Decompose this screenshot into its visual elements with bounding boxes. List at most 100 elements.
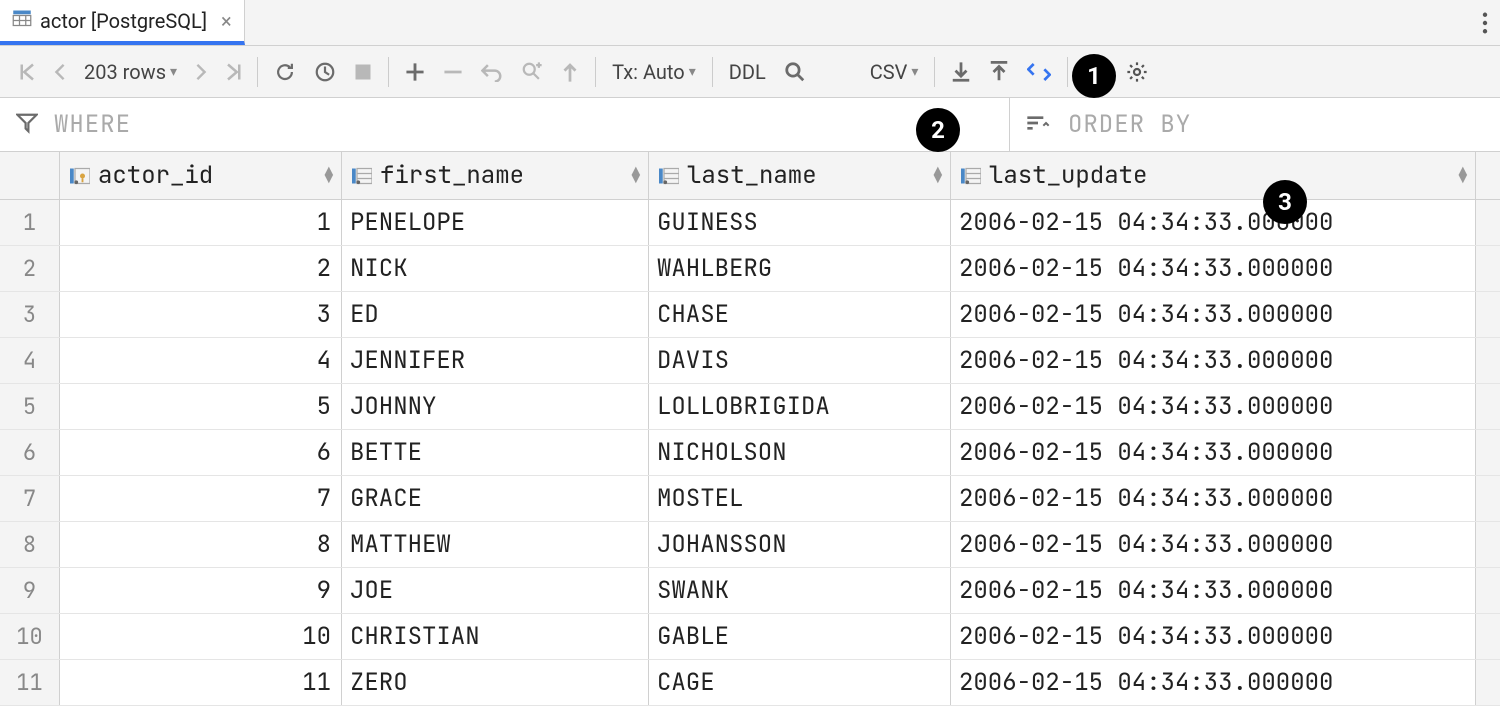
cell-last-update[interactable]: 2006-02-15 04:34:33.000000 bbox=[951, 660, 1476, 705]
cell-first-name[interactable]: CHRISTIAN bbox=[342, 614, 649, 659]
cell-first-name[interactable]: MATTHEW bbox=[342, 522, 649, 567]
cell-actor-id[interactable]: 11 bbox=[60, 660, 342, 705]
table-row[interactable]: 1010CHRISTIANGABLE2006-02-15 04:34:33.00… bbox=[0, 614, 1500, 660]
export-format-dropdown[interactable]: CSV▾ bbox=[870, 60, 919, 84]
row-count-dropdown[interactable]: 203 rows▾ bbox=[84, 60, 177, 84]
table-row[interactable]: 44JENNIFERDAVIS2006-02-15 04:34:33.00000… bbox=[0, 338, 1500, 384]
table-row[interactable]: 88MATTHEWJOHANSSON2006-02-15 04:34:33.00… bbox=[0, 522, 1500, 568]
cell-last-name[interactable]: SWANK bbox=[649, 568, 951, 613]
cell-first-name[interactable]: NICK bbox=[342, 246, 649, 291]
cell-last-update[interactable]: 2006-02-15 04:34:33.000000 bbox=[951, 246, 1476, 291]
export-format-label: CSV bbox=[870, 60, 908, 84]
callout-marker-3: 3 bbox=[1263, 180, 1307, 224]
scrollbar-gutter bbox=[1476, 522, 1500, 567]
cell-actor-id[interactable]: 4 bbox=[60, 338, 342, 383]
row-number: 6 bbox=[0, 430, 60, 475]
table-row[interactable]: 99JOESWANK2006-02-15 04:34:33.000000 bbox=[0, 568, 1500, 614]
cell-actor-id[interactable]: 6 bbox=[60, 430, 342, 475]
cell-last-update[interactable]: 2006-02-15 04:34:33.000000 bbox=[951, 476, 1476, 521]
table-row[interactable]: 77GRACEMOSTEL2006-02-15 04:34:33.000000 bbox=[0, 476, 1500, 522]
column-header-first-name[interactable]: first_name ▲▼ bbox=[342, 152, 649, 199]
table-row[interactable]: 55JOHNNYLOLLOBRIGIDA2006-02-15 04:34:33.… bbox=[0, 384, 1500, 430]
tx-mode-dropdown[interactable]: Tx: Auto▾ bbox=[612, 60, 696, 84]
add-row-button[interactable] bbox=[405, 62, 425, 82]
filter-icon bbox=[16, 112, 38, 138]
cell-actor-id[interactable]: 8 bbox=[60, 522, 342, 567]
cell-last-update[interactable]: 2006-02-15 04:34:33.000000 bbox=[951, 292, 1476, 337]
cell-last-name[interactable]: JOHANSSON bbox=[649, 522, 951, 567]
orderby-filter[interactable]: ORDER BY bbox=[1010, 98, 1500, 151]
cell-first-name[interactable]: BETTE bbox=[342, 430, 649, 475]
table-row[interactable]: 1111ZEROCAGE2006-02-15 04:34:33.000000 bbox=[0, 660, 1500, 706]
refresh-button[interactable] bbox=[274, 61, 296, 83]
cell-first-name[interactable]: JENNIFER bbox=[342, 338, 649, 383]
pk-column-icon bbox=[70, 166, 90, 186]
column-header-actor-id[interactable]: actor_id ▲▼ bbox=[60, 152, 342, 199]
cell-first-name[interactable]: PENELOPE bbox=[342, 200, 649, 245]
scrollbar-gutter bbox=[1476, 568, 1500, 613]
delete-row-button[interactable] bbox=[443, 62, 463, 82]
tab-menu-button[interactable] bbox=[1482, 0, 1488, 45]
table-row[interactable]: 66BETTENICHOLSON2006-02-15 04:34:33.0000… bbox=[0, 430, 1500, 476]
rownum-header[interactable] bbox=[0, 152, 60, 199]
stop-button[interactable] bbox=[354, 63, 372, 81]
tx-mode-label: Tx: Auto bbox=[612, 60, 685, 84]
cell-last-update[interactable]: 2006-02-15 04:34:33.000000 bbox=[951, 384, 1476, 429]
where-filter[interactable]: WHERE bbox=[0, 98, 1010, 151]
cell-actor-id[interactable]: 2 bbox=[60, 246, 342, 291]
cell-last-name[interactable]: GABLE bbox=[649, 614, 951, 659]
cell-actor-id[interactable]: 10 bbox=[60, 614, 342, 659]
cell-first-name[interactable]: JOE bbox=[342, 568, 649, 613]
cell-actor-id[interactable]: 5 bbox=[60, 384, 342, 429]
scrollbar-gutter bbox=[1476, 660, 1500, 705]
table-row[interactable]: 22NICKWAHLBERG2006-02-15 04:34:33.000000 bbox=[0, 246, 1500, 292]
first-page-button[interactable] bbox=[20, 62, 36, 82]
import-data-button[interactable] bbox=[989, 61, 1009, 83]
last-page-button[interactable] bbox=[225, 62, 241, 82]
scrollbar-gutter bbox=[1476, 246, 1500, 291]
export-data-button[interactable] bbox=[951, 61, 971, 83]
cell-actor-id[interactable]: 9 bbox=[60, 568, 342, 613]
cell-last-name[interactable]: DAVIS bbox=[649, 338, 951, 383]
cell-last-name[interactable]: CAGE bbox=[649, 660, 951, 705]
cell-last-update[interactable]: 2006-02-15 04:34:33.000000 bbox=[951, 338, 1476, 383]
revert-button[interactable] bbox=[481, 62, 503, 82]
cell-first-name[interactable]: ZERO bbox=[342, 660, 649, 705]
submit-button[interactable] bbox=[561, 61, 579, 83]
settings-button[interactable] bbox=[1126, 61, 1148, 83]
cell-last-update[interactable]: 2006-02-15 04:34:33.000000 bbox=[951, 568, 1476, 613]
cell-first-name[interactable]: ED bbox=[342, 292, 649, 337]
cell-last-name[interactable]: LOLLOBRIGIDA bbox=[649, 384, 951, 429]
compare-button[interactable] bbox=[1027, 61, 1051, 83]
cell-actor-id[interactable]: 1 bbox=[60, 200, 342, 245]
cell-last-name[interactable]: WAHLBERG bbox=[649, 246, 951, 291]
cell-last-name[interactable]: NICHOLSON bbox=[649, 430, 951, 475]
close-icon[interactable]: × bbox=[221, 9, 232, 33]
column-name: last_update bbox=[989, 160, 1147, 191]
column-header-last-update[interactable]: last_update ▲▼ bbox=[951, 152, 1476, 199]
search-button[interactable] bbox=[784, 61, 806, 83]
row-number: 4 bbox=[0, 338, 60, 383]
row-number: 5 bbox=[0, 384, 60, 429]
cell-last-name[interactable]: CHASE bbox=[649, 292, 951, 337]
cell-first-name[interactable]: GRACE bbox=[342, 476, 649, 521]
prev-page-button[interactable] bbox=[54, 62, 66, 82]
preview-changes-button[interactable] bbox=[521, 61, 543, 83]
tab-bar: actor [PostgreSQL] × bbox=[0, 0, 1500, 46]
cell-last-update[interactable]: 2006-02-15 04:34:33.000000 bbox=[951, 430, 1476, 475]
ddl-button[interactable]: DDL bbox=[729, 60, 766, 84]
cell-actor-id[interactable]: 7 bbox=[60, 476, 342, 521]
cell-actor-id[interactable]: 3 bbox=[60, 292, 342, 337]
cell-last-update[interactable]: 2006-02-15 04:34:33.000000 bbox=[951, 522, 1476, 567]
cell-first-name[interactable]: JOHNNY bbox=[342, 384, 649, 429]
refresh-auto-button[interactable] bbox=[314, 61, 336, 83]
cell-last-update[interactable]: 2006-02-15 04:34:33.000000 bbox=[951, 614, 1476, 659]
cell-last-name[interactable]: MOSTEL bbox=[649, 476, 951, 521]
next-page-button[interactable] bbox=[195, 62, 207, 82]
cell-last-update[interactable]: 2006-02-15 04:34:33.000000 bbox=[951, 200, 1476, 245]
tab-actor[interactable]: actor [PostgreSQL] × bbox=[0, 0, 245, 45]
table-icon bbox=[12, 8, 32, 33]
cell-last-name[interactable]: GUINESS bbox=[649, 200, 951, 245]
table-row[interactable]: 33EDCHASE2006-02-15 04:34:33.000000 bbox=[0, 292, 1500, 338]
column-header-last-name[interactable]: last_name ▲▼ bbox=[649, 152, 951, 199]
